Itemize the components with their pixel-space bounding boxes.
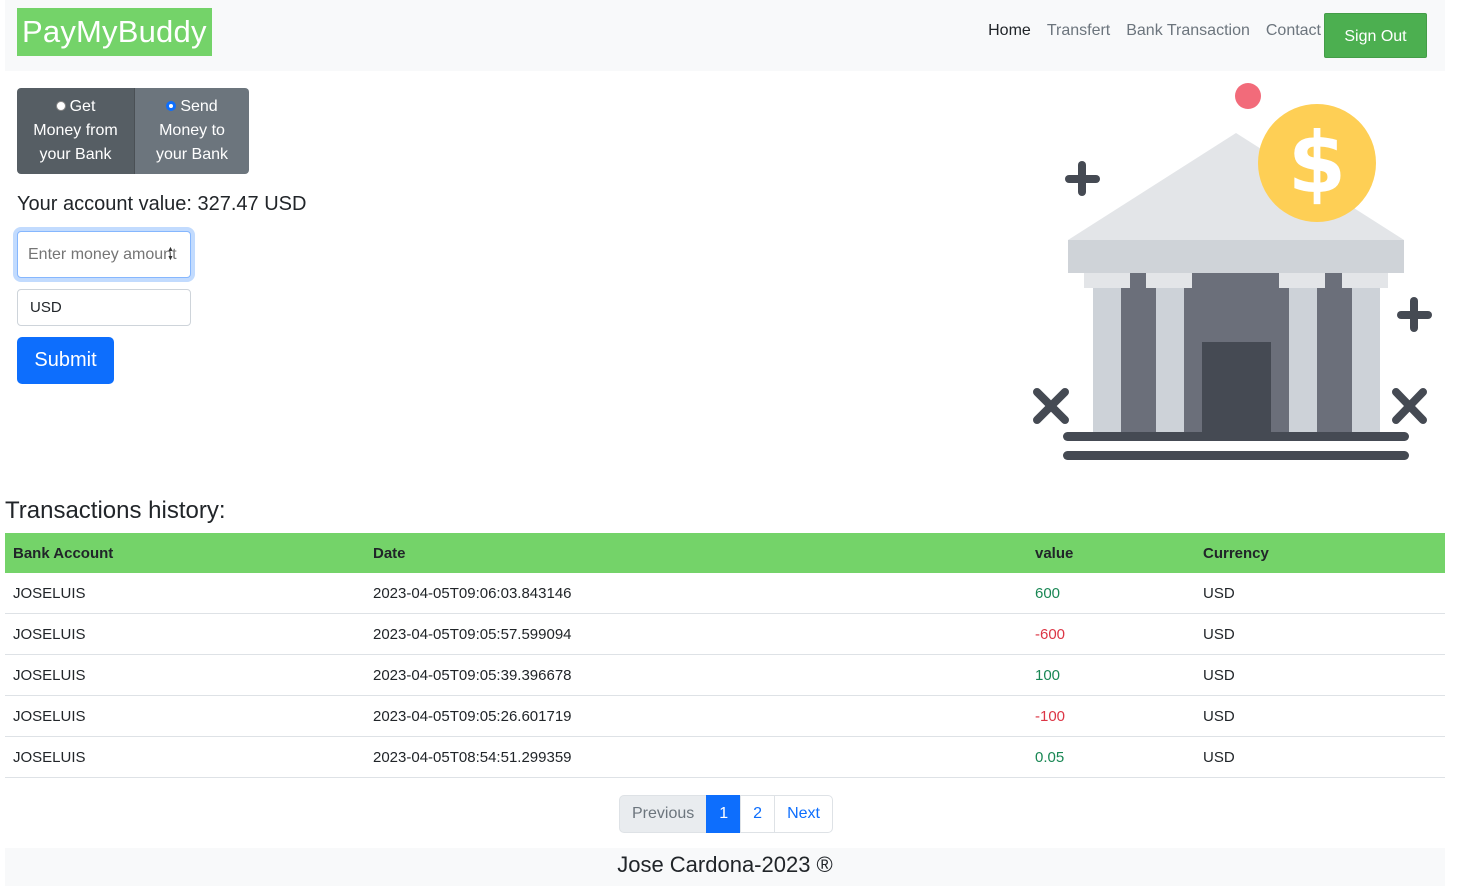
nav-link-home[interactable]: Home: [988, 22, 1031, 40]
nav-link-transfert[interactable]: Transfert: [1047, 22, 1110, 40]
nav-link-contact[interactable]: Contact: [1266, 22, 1321, 40]
cell-value: 0.05: [1035, 748, 1065, 766]
send-option-label-2: Money to: [159, 122, 225, 139]
table-row: JOSELUIS 2023-04-05T08:54:51.299359 0.05…: [5, 737, 1445, 778]
column-header-date: Date: [373, 544, 406, 562]
cell-value: -100: [1035, 707, 1066, 725]
nav-link-bank-transaction[interactable]: Bank Transaction: [1126, 22, 1250, 40]
cell-date: 2023-04-05T09:06:03.843146: [373, 584, 572, 602]
cell-bank-account: JOSELUIS: [13, 707, 86, 725]
cell-value: 600: [1035, 584, 1061, 602]
get-option-label-1: Get: [69, 98, 96, 115]
cell-value: -600: [1035, 625, 1066, 643]
svg-text:$: $: [1288, 114, 1346, 212]
amount-stepper[interactable]: ▲ ▼: [165, 245, 176, 265]
cell-bank-account: JOSELUIS: [13, 625, 86, 643]
pagination-page-1[interactable]: 1: [706, 795, 742, 833]
transactions-table: Bank Account Date value Currency JOSELUI…: [5, 533, 1445, 778]
currency-field[interactable]: USD: [17, 289, 191, 326]
send-money-option[interactable]: Send Money to your Bank: [135, 88, 249, 174]
cell-date: 2023-04-05T08:54:51.299359: [373, 748, 572, 766]
send-option-label-3: your Bank: [155, 146, 229, 163]
cell-currency: USD: [1203, 666, 1235, 684]
cell-currency: USD: [1203, 625, 1235, 643]
cell-currency: USD: [1203, 748, 1235, 766]
table-row: JOSELUIS 2023-04-05T09:06:03.843146 600 …: [5, 573, 1445, 614]
footer: Jose Cardona-2023 ®: [5, 848, 1445, 886]
cell-date: 2023-04-05T09:05:39.396678: [373, 666, 572, 684]
pagination-next[interactable]: Next: [774, 795, 833, 833]
cell-bank-account: JOSELUIS: [13, 666, 86, 684]
pagination-previous[interactable]: Previous: [619, 795, 708, 833]
nav-links: Home Transfert Bank Transaction Contact: [988, 22, 1321, 40]
get-radio[interactable]: [55, 101, 66, 111]
cell-date: 2023-04-05T09:05:57.599094: [373, 625, 572, 643]
page: PayMyBuddy Home Transfert Bank Transacti…: [0, 0, 1457, 896]
table-row: JOSELUIS 2023-04-05T09:05:26.601719 -100…: [5, 696, 1445, 737]
history-title: Transactions history:: [5, 497, 226, 524]
column-header-bank-account: Bank Account: [13, 544, 114, 562]
get-money-option[interactable]: Get Money from your Bank: [17, 88, 135, 174]
column-header-currency: Currency: [1203, 544, 1269, 562]
navbar: PayMyBuddy Home Transfert Bank Transacti…: [5, 0, 1445, 71]
table-row: JOSELUIS 2023-04-05T09:05:57.599094 -600…: [5, 614, 1445, 655]
table-header: Bank Account Date value Currency: [5, 533, 1445, 573]
table-row: JOSELUIS 2023-04-05T09:05:39.396678 100 …: [5, 655, 1445, 696]
pagination: Previous 1 2 Next: [619, 795, 833, 833]
send-option-label-1: Send: [180, 98, 218, 115]
cell-currency: USD: [1203, 707, 1235, 725]
cell-bank-account: JOSELUIS: [13, 748, 86, 766]
transaction-type-toggle: Get Money from your Bank Send Money to y…: [17, 88, 249, 174]
bank-building-dollar-icon: $: [1033, 83, 1432, 460]
send-radio[interactable]: [166, 101, 177, 111]
get-option-label-2: Money from: [33, 122, 118, 139]
sign-out-button[interactable]: Sign Out: [1324, 13, 1427, 58]
cell-currency: USD: [1203, 584, 1235, 602]
column-header-value: value: [1035, 544, 1074, 562]
submit-button[interactable]: Submit: [17, 337, 114, 384]
cell-bank-account: JOSELUIS: [13, 584, 86, 602]
cell-date: 2023-04-05T09:05:26.601719: [373, 707, 572, 725]
account-value: Your account value: 327.47 USD: [17, 193, 307, 215]
pagination-page-2[interactable]: 2: [740, 795, 776, 833]
get-option-label-3: your Bank: [39, 146, 112, 163]
brand-logo[interactable]: PayMyBuddy: [17, 8, 212, 56]
cell-value: 100: [1035, 666, 1061, 684]
